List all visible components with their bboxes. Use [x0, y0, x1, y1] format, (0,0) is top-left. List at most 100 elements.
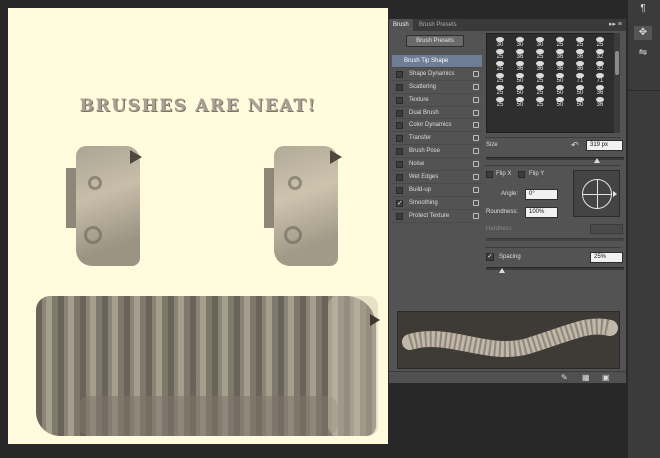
brush-tip[interactable]: 25: [590, 37, 610, 49]
panel-menu-icon[interactable]: ▸▸ ≡: [609, 19, 622, 31]
angle-roundness-widget[interactable]: [573, 170, 620, 217]
spacing-checkbox-checked[interactable]: ✓: [486, 253, 494, 261]
option-color-dynamics[interactable]: Color Dynamics: [392, 119, 482, 133]
brush-tip[interactable]: 36: [570, 61, 590, 73]
reset-size-icon[interactable]: ↶: [571, 140, 579, 151]
brush-tip[interactable]: 25: [490, 49, 510, 61]
option-texture[interactable]: Texture: [392, 94, 482, 107]
checkbox[interactable]: [396, 83, 403, 91]
lock-icon[interactable]: [473, 174, 479, 181]
checkbox[interactable]: [396, 70, 403, 78]
option-noise[interactable]: Noise: [392, 158, 482, 172]
checkbox[interactable]: [396, 161, 403, 169]
paragraph-icon[interactable]: ¶: [634, 2, 652, 16]
brush-tip[interactable]: 50: [550, 73, 570, 85]
brush-tip[interactable]: 50: [550, 85, 570, 97]
brush-tip[interactable]: 50: [510, 73, 530, 85]
brush-tip[interactable]: 36: [510, 49, 530, 61]
lock-icon[interactable]: [473, 186, 479, 193]
option-dual-brush[interactable]: Dual Brush: [392, 107, 482, 120]
lock-icon[interactable]: [473, 212, 479, 219]
roundness-field[interactable]: 100%: [525, 207, 558, 218]
brush-tip[interactable]: 30: [530, 37, 550, 49]
new-icon[interactable]: ▣: [602, 373, 610, 382]
option-scattering[interactable]: Scattering: [392, 81, 482, 94]
brush-tip[interactable]: 50: [570, 97, 590, 109]
brush-tip[interactable]: 50: [570, 85, 590, 97]
scrollbar-thumb[interactable]: [615, 51, 619, 75]
checkbox[interactable]: [396, 122, 403, 130]
lock-icon[interactable]: [473, 83, 479, 90]
brush-tip[interactable]: 25: [550, 37, 570, 49]
checkbox[interactable]: [396, 212, 403, 220]
brush-presets-button[interactable]: Brush Presets: [406, 35, 464, 47]
brush-icon[interactable]: ✎: [561, 373, 568, 382]
presets-icon[interactable]: ⇋: [634, 46, 652, 60]
document-canvas[interactable]: BRUSHES ARE NEAT!: [8, 8, 388, 444]
option-brush-pose[interactable]: Brush Pose: [392, 145, 482, 159]
option-wet-edges[interactable]: Wet Edges: [392, 171, 482, 184]
flip-y-checkbox[interactable]: [518, 171, 525, 178]
lock-icon[interactable]: [473, 135, 479, 142]
brush-tip[interactable]: 30: [490, 37, 510, 49]
brush-tip[interactable]: 25: [490, 73, 510, 85]
option-brush-tip-shape[interactable]: Brush Tip Shape: [392, 55, 482, 68]
brush-tip[interactable]: 25: [490, 85, 510, 97]
checkbox[interactable]: [396, 174, 403, 182]
spacing-slider-thumb[interactable]: [499, 268, 505, 273]
flip-x-checkbox[interactable]: [486, 171, 493, 178]
brush-tip[interactable]: 71: [590, 73, 610, 85]
brush-tip[interactable]: 36: [550, 61, 570, 73]
brush-tip[interactable]: 25: [530, 97, 550, 109]
brush-tip[interactable]: 25: [490, 97, 510, 109]
brush-tip[interactable]: 50: [550, 97, 570, 109]
tab-brush-presets[interactable]: Brush Presets: [415, 19, 461, 31]
brush-tip[interactable]: 32: [590, 61, 610, 73]
lock-icon[interactable]: [473, 96, 479, 103]
spacing-slider[interactable]: [486, 267, 624, 270]
tips-scrollbar[interactable]: [614, 33, 620, 133]
brush-tip[interactable]: 25: [530, 49, 550, 61]
brush-tip[interactable]: 71: [570, 73, 590, 85]
size-slider-thumb[interactable]: [594, 158, 600, 163]
brush-tip[interactable]: 30: [510, 37, 530, 49]
brush-tip-size: 50: [556, 90, 564, 96]
checkbox[interactable]: [396, 109, 403, 117]
lock-icon[interactable]: [473, 70, 479, 77]
checkbox[interactable]: [396, 96, 403, 104]
option-protect-texture[interactable]: Protect Texture: [392, 210, 482, 223]
brush-tip[interactable]: 36: [530, 61, 550, 73]
option-smoothing[interactable]: ✓ Smoothing: [392, 197, 482, 210]
lock-icon[interactable]: [473, 148, 479, 155]
lock-icon[interactable]: [473, 109, 479, 116]
tab-brush[interactable]: Brush: [389, 19, 413, 31]
brush-tip[interactable]: 36: [590, 97, 610, 109]
brush-tip[interactable]: 36: [570, 49, 590, 61]
brush-tip[interactable]: 25: [530, 85, 550, 97]
brush-tip[interactable]: 36: [590, 85, 610, 97]
lock-icon[interactable]: [473, 161, 479, 168]
option-build-up[interactable]: Build-up: [392, 184, 482, 197]
brush-tip[interactable]: 50: [510, 97, 530, 109]
brush-tool-icon[interactable]: ✥: [634, 26, 652, 40]
lock-icon[interactable]: [473, 199, 479, 206]
size-field[interactable]: 319 px: [586, 140, 623, 151]
checkbox[interactable]: [396, 148, 403, 156]
angle-field[interactable]: 0°: [525, 189, 558, 200]
checkbox-checked[interactable]: ✓: [396, 199, 403, 207]
brush-tip[interactable]: 36: [550, 49, 570, 61]
brush-tip[interactable]: 50: [510, 85, 530, 97]
brush-tip[interactable]: 25: [570, 37, 590, 49]
option-transfer[interactable]: Transfer: [392, 132, 482, 146]
spacing-field[interactable]: 25%: [590, 252, 623, 263]
size-slider[interactable]: [486, 157, 624, 160]
lock-icon[interactable]: [473, 122, 479, 129]
brush-tip[interactable]: 32: [590, 49, 610, 61]
brush-tip[interactable]: 25: [530, 73, 550, 85]
checkbox[interactable]: [396, 135, 403, 143]
option-shape-dynamics[interactable]: Shape Dynamics: [392, 68, 482, 81]
brush-tip[interactable]: 36: [510, 61, 530, 73]
checkbox[interactable]: [396, 186, 403, 194]
grid-icon[interactable]: ▦: [582, 373, 590, 382]
brush-tip[interactable]: 25: [490, 61, 510, 73]
